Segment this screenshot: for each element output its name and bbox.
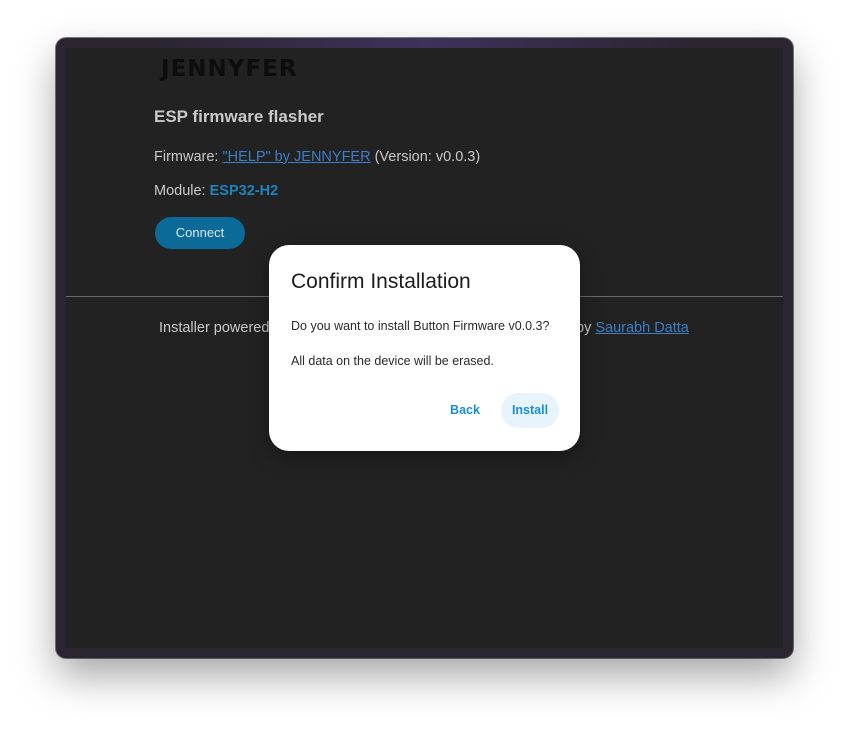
footer-credit: by Saurabh Datta [576, 320, 689, 336]
firmware-line: Firmware: "HELP" by JENNYFER (Version: v… [154, 149, 480, 165]
dialog-title: Confirm Installation [291, 270, 471, 293]
author-link[interactable]: Saurabh Datta [595, 320, 689, 336]
connect-button[interactable]: Connect [155, 217, 245, 249]
page-title: ESP firmware flasher [154, 107, 324, 126]
window-top-glow [146, 38, 706, 48]
module-label: Module: [154, 183, 210, 199]
back-button[interactable]: Back [441, 393, 489, 428]
module-line: Module: ESP32-H2 [154, 183, 278, 199]
dialog-question: Do you want to install Button Firmware v… [291, 319, 550, 333]
footer-text: Installer powered [159, 320, 270, 336]
firmware-label: Firmware: [154, 149, 223, 165]
firmware-version: (Version: v0.0.3) [370, 149, 481, 165]
install-button[interactable]: Install [501, 393, 559, 428]
jennyfer-logo: JENNYFER [161, 56, 298, 82]
dialog-warning: All data on the device will be erased. [291, 354, 494, 368]
module-value: ESP32-H2 [209, 183, 279, 199]
confirm-dialog: Confirm Installation Do you want to inst… [269, 245, 580, 451]
firmware-link[interactable]: "HELP" by JENNYFER [222, 149, 370, 165]
